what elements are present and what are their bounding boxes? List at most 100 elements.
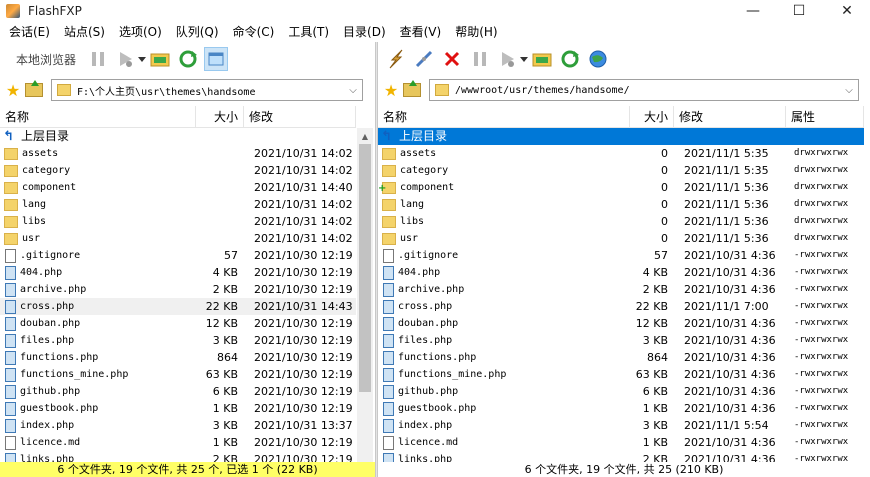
file-row[interactable]: functions.php 864 2021/10/31 4:36 -rwxrwxrw… bbox=[378, 349, 864, 366]
refresh-button[interactable] bbox=[176, 47, 200, 71]
local-path-combobox[interactable]: F:\个人主页\usr\themes\handsome ⌵ bbox=[51, 79, 363, 101]
menu-directory[interactable]: 目录(D) bbox=[336, 22, 393, 42]
file-row[interactable]: guestbook.php 1 KB 2021/10/31 4:36 -rwxrwxr… bbox=[378, 400, 864, 417]
col-modified-header[interactable]: 修改 bbox=[244, 106, 356, 128]
favorites-star-icon[interactable]: ★ bbox=[4, 81, 22, 100]
connect-button[interactable] bbox=[384, 47, 408, 71]
file-row[interactable]: files.php 3 KB 2021/10/30 12:19 bbox=[0, 332, 356, 349]
transfer-button[interactable] bbox=[114, 47, 138, 71]
file-row[interactable]: .gitignore 57 2021/10/30 12:19 bbox=[0, 247, 356, 264]
transfer-dropdown-icon[interactable] bbox=[138, 56, 147, 62]
remote-list-header: 名称 大小 修改 属性 bbox=[378, 106, 864, 128]
local-list-header: 名称 大小 修改 bbox=[0, 106, 356, 128]
transfer-button-remote[interactable] bbox=[496, 47, 520, 71]
menu-commands[interactable]: 命令(C) bbox=[226, 22, 282, 42]
parent-directory-row[interactable]: ↰ 上层目录 bbox=[0, 128, 356, 145]
file-row[interactable]: index.php 3 KB 2021/10/31 13:37 bbox=[0, 417, 356, 434]
col-name-header[interactable]: 名称 bbox=[0, 106, 196, 128]
transfer-play-icon bbox=[502, 52, 514, 67]
file-row[interactable]: category 0 2021/11/1 5:35 drwxrwxrwx bbox=[378, 162, 864, 179]
file-row[interactable]: archive.php 2 KB 2021/10/30 12:19 bbox=[0, 281, 356, 298]
file-row[interactable]: links.php 2 KB 2021/10/30 12:19 bbox=[0, 451, 356, 462]
menu-sites[interactable]: 站点(S) bbox=[57, 22, 112, 42]
site-globe-button[interactable] bbox=[586, 47, 610, 71]
file-row[interactable]: github.php 6 KB 2021/10/30 12:19 bbox=[0, 383, 356, 400]
file-attributes: drwxrwxrwx bbox=[794, 148, 849, 158]
col-size-header[interactable]: 大小 bbox=[630, 106, 674, 128]
refresh-folder-button[interactable] bbox=[148, 47, 172, 71]
file-row[interactable]: libs 2021/10/31 14:02 bbox=[0, 213, 356, 230]
pause-button-remote[interactable] bbox=[468, 47, 492, 71]
minimize-button[interactable]: — bbox=[730, 0, 776, 22]
file-row[interactable]: assets 0 2021/11/1 5:35 drwxrwxrwx bbox=[378, 145, 864, 162]
transfer-dropdown-icon[interactable] bbox=[520, 56, 528, 62]
file-modified: 2021/10/31 14:02 bbox=[254, 232, 353, 245]
file-row[interactable]: functions.php 864 2021/10/30 12:19 bbox=[0, 349, 356, 366]
disconnect-cable-button[interactable] bbox=[412, 47, 436, 71]
chevron-down-icon[interactable]: ⌵ bbox=[344, 80, 362, 100]
refresh-button-remote[interactable] bbox=[558, 47, 582, 71]
file-row[interactable]: licence.md 1 KB 2021/10/30 12:19 bbox=[0, 434, 356, 451]
php-file-icon bbox=[5, 299, 16, 314]
file-row[interactable]: guestbook.php 1 KB 2021/10/30 12:19 bbox=[0, 400, 356, 417]
local-browser-label[interactable]: 本地浏览器 bbox=[4, 51, 84, 68]
pause-button[interactable] bbox=[86, 47, 110, 71]
file-size: 6 KB bbox=[642, 385, 668, 398]
close-button[interactable]: ✕ bbox=[824, 0, 870, 22]
file-modified: 2021/10/31 4:36 bbox=[684, 453, 776, 462]
file-row[interactable]: lang 2021/10/31 14:02 bbox=[0, 196, 356, 213]
file-row[interactable]: .gitignore 57 2021/10/31 4:36 -rwxrwxrwx bbox=[378, 247, 864, 264]
view-mode-button[interactable] bbox=[204, 47, 229, 71]
menu-session[interactable]: 会话(E) bbox=[2, 22, 57, 42]
scroll-thumb[interactable] bbox=[359, 144, 371, 392]
local-scrollbar[interactable]: ▲ bbox=[357, 128, 373, 462]
file-row[interactable]: lang 0 2021/11/1 5:36 drwxrwxrwx bbox=[378, 196, 864, 213]
chevron-down-icon[interactable]: ⌵ bbox=[840, 80, 858, 100]
file-size: 1 KB bbox=[642, 402, 668, 415]
remote-path-combobox[interactable]: /wwwroot/usr/themes/handsome/ ⌵ bbox=[429, 79, 859, 101]
file-row[interactable]: index.php 3 KB 2021/11/1 5:54 -rwxrwxrwx bbox=[378, 417, 864, 434]
file-row[interactable]: cross.php 22 KB 2021/10/31 14:43 bbox=[0, 298, 356, 315]
local-path-text[interactable]: F:\个人主页\usr\themes\handsome bbox=[77, 83, 344, 98]
file-row[interactable]: cross.php 22 KB 2021/11/1 7:00 -rwxrwxrwx bbox=[378, 298, 864, 315]
menu-queue[interactable]: 队列(Q) bbox=[169, 22, 226, 42]
file-row[interactable]: douban.php 12 KB 2021/10/31 4:36 -rwxrwxrwx bbox=[378, 315, 864, 332]
file-row[interactable]: licence.md 1 KB 2021/10/31 4:36 -rwxrwxrwx bbox=[378, 434, 864, 451]
refresh-folder-button-remote[interactable] bbox=[530, 47, 554, 71]
col-attributes-header[interactable]: 属性 bbox=[786, 106, 864, 128]
col-size-header[interactable]: 大小 bbox=[196, 106, 244, 128]
file-row[interactable]: links.php 2 KB 2021/10/31 4:36 -rwxrwxrwx bbox=[378, 451, 864, 462]
col-modified-header[interactable]: 修改 bbox=[674, 106, 786, 128]
file-row[interactable]: douban.php 12 KB 2021/10/30 12:19 bbox=[0, 315, 356, 332]
file-row[interactable]: libs 0 2021/11/1 5:36 drwxrwxrwx bbox=[378, 213, 864, 230]
parent-directory-row[interactable]: ↰ 上层目录 bbox=[378, 128, 864, 145]
file-name-cell: functions.php bbox=[0, 349, 196, 366]
file-row[interactable]: github.php 6 KB 2021/10/31 4:36 -rwxrwxrwx bbox=[378, 383, 864, 400]
favorites-star-icon[interactable]: ★ bbox=[382, 81, 400, 100]
php-file-icon bbox=[383, 265, 394, 280]
file-size: 0 bbox=[661, 232, 668, 245]
file-row[interactable]: 404.php 4 KB 2021/10/31 4:36 -rwxrwxrwx bbox=[378, 264, 864, 281]
file-row[interactable]: functions_mine.php 63 KB 2021/10/31 4:36 -r… bbox=[378, 366, 864, 383]
file-row[interactable]: functions_mine.php 63 KB 2021/10/30 12:19 bbox=[0, 366, 356, 383]
scroll-up-icon[interactable]: ▲ bbox=[357, 128, 373, 144]
file-row[interactable]: component 2021/10/31 14:40 bbox=[0, 179, 356, 196]
file-row[interactable]: usr 0 2021/11/1 5:36 drwxrwxrwx bbox=[378, 230, 864, 247]
menu-view[interactable]: 查看(V) bbox=[393, 22, 449, 42]
maximize-button[interactable]: ☐ bbox=[776, 0, 822, 22]
file-row[interactable]: files.php 3 KB 2021/10/31 4:36 -rwxrwxrwx bbox=[378, 332, 864, 349]
remote-path-text[interactable]: /wwwroot/usr/themes/handsome/ bbox=[455, 85, 840, 96]
menu-options[interactable]: 选项(O) bbox=[112, 22, 169, 42]
file-row[interactable]: assets 2021/10/31 14:02 bbox=[0, 145, 356, 162]
file-row[interactable]: component 0 2021/11/1 5:36 drwxrwxrwx bbox=[378, 179, 864, 196]
file-row[interactable]: category 2021/10/31 14:02 bbox=[0, 162, 356, 179]
menu-help[interactable]: 帮助(H) bbox=[448, 22, 504, 42]
abort-button[interactable] bbox=[440, 47, 464, 71]
file-row[interactable]: archive.php 2 KB 2021/10/31 4:36 -rwxrwxrwx bbox=[378, 281, 864, 298]
parent-folder-icon[interactable] bbox=[403, 80, 421, 97]
parent-folder-icon[interactable] bbox=[25, 80, 43, 97]
col-name-header[interactable]: 名称 bbox=[378, 106, 630, 128]
menu-tools[interactable]: 工具(T) bbox=[281, 22, 336, 42]
file-row[interactable]: 404.php 4 KB 2021/10/30 12:19 bbox=[0, 264, 356, 281]
file-row[interactable]: usr 2021/10/31 14:02 bbox=[0, 230, 356, 247]
